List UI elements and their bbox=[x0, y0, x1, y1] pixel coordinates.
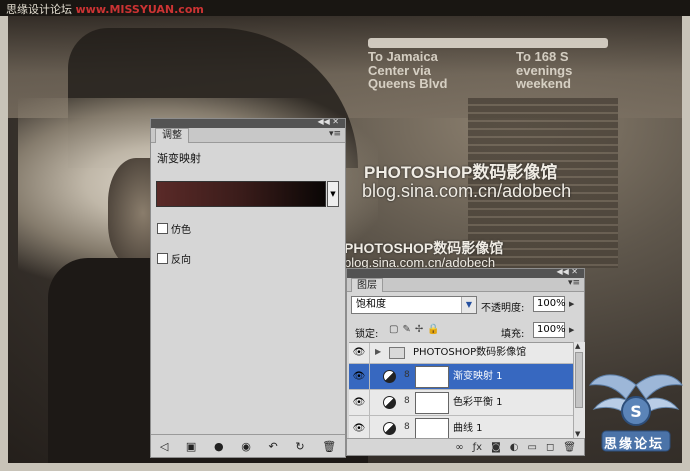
add-mask-icon[interactable]: ◙ bbox=[491, 442, 501, 453]
fx-icon[interactable]: ƒx bbox=[473, 442, 482, 453]
layer-mask-thumbnail[interactable] bbox=[415, 392, 449, 414]
fill-input[interactable]: 100% bbox=[533, 322, 566, 338]
layer-group-row[interactable]: 👁 ▶ PHOTOSHOP数码影像馆 bbox=[349, 343, 573, 364]
layers-bottom-toolbar: ∞ ƒx ◙ ◐ ▭ ◻ 🗑 bbox=[347, 438, 584, 455]
subway-sign-1: To Jamaica Center via Queens Blvd bbox=[368, 50, 447, 91]
sign2-line1: To 168 S bbox=[516, 49, 569, 64]
layers-tabbar: 图层 ▾≡ bbox=[347, 278, 584, 292]
logo-text: 思缘论坛 bbox=[604, 437, 665, 452]
sign1-line2: Center via bbox=[368, 62, 431, 78]
link-chain-icon: 8 bbox=[404, 370, 410, 380]
layers-titlebar[interactable]: ◀◀ ✕ bbox=[347, 267, 584, 278]
adjustments-tabbar: 调整 ▾≡ bbox=[151, 128, 345, 143]
link-chain-icon: 8 bbox=[404, 396, 410, 406]
layer-mask-thumbnail[interactable] bbox=[415, 418, 449, 439]
folder-icon bbox=[389, 347, 405, 359]
link-chain-icon: 8 bbox=[404, 422, 410, 432]
layer-name: 渐变映射 1 bbox=[453, 371, 503, 382]
forum-header-text: 思缘设计论坛 www.MISSYUAN.com bbox=[6, 1, 204, 17]
reverse-checkbox-row[interactable]: 反向 bbox=[157, 251, 191, 266]
new-layer-icon[interactable]: ◻ bbox=[546, 442, 554, 453]
layers-list: 👁 ▶ PHOTOSHOP数码影像馆 👁 8 渐变映射 1 👁 8 色彩平衡 1… bbox=[349, 342, 573, 439]
layers-menu-icon[interactable]: ▾≡ bbox=[568, 278, 580, 288]
layer-group-name: PHOTOSHOP数码影像馆 bbox=[413, 347, 527, 358]
forum-name: 思缘设计论坛 bbox=[6, 3, 72, 16]
eye-icon[interactable]: 👁 bbox=[349, 390, 370, 415]
panel-menu-icon[interactable]: ▾≡ bbox=[329, 129, 341, 139]
forum-url: www.MISSYUAN.com bbox=[75, 3, 204, 16]
opacity-input[interactable]: 100% bbox=[533, 296, 566, 312]
eye-icon[interactable]: 👁 bbox=[349, 343, 370, 363]
svg-text:S: S bbox=[630, 402, 642, 421]
adjustment-layer-icon bbox=[383, 422, 396, 435]
layer-row-color-balance[interactable]: 👁 8 色彩平衡 1 bbox=[349, 390, 573, 416]
watermark-title-large: PHOTOSHOP数码影像馆 bbox=[364, 163, 558, 182]
ceiling-light bbox=[368, 38, 608, 48]
visibility-eye-icon[interactable]: ◉ bbox=[241, 440, 251, 453]
adjustments-panel: ◀◀ ✕ 调整 ▾≡ 渐变映射 ▼ 仿色 反向 ◁ ▣ ● ◉ ↶ ↻ 🗑 bbox=[150, 117, 346, 458]
layer-name: 曲线 1 bbox=[453, 423, 483, 434]
sign2-line2: evenings bbox=[516, 62, 573, 78]
blend-mode-select[interactable]: 饱和度 ▼ bbox=[351, 296, 477, 314]
scroll-down-icon[interactable]: ▼ bbox=[575, 430, 580, 438]
delete-layer-icon[interactable]: 🗑 bbox=[563, 442, 576, 453]
previous-state-icon[interactable]: ↶ bbox=[268, 440, 277, 453]
layer-name: 色彩平衡 1 bbox=[453, 397, 503, 408]
tab-layers[interactable]: 图层 bbox=[351, 278, 383, 292]
expand-triangle-icon[interactable]: ▶ bbox=[375, 347, 381, 356]
link-layers-icon[interactable]: ∞ bbox=[455, 442, 463, 453]
fill-label: 填充: bbox=[501, 329, 525, 340]
layers-panel: ◀◀ ✕ 图层 ▾≡ 饱和度 ▼ 不透明度: 100% ▶ 锁定: ▢✎✢🔒 填… bbox=[346, 267, 585, 456]
adjustment-layer-icon bbox=[383, 396, 396, 409]
layer-row-gradient-map[interactable]: 👁 8 渐变映射 1 bbox=[349, 364, 573, 390]
layer-row-curves[interactable]: 👁 8 曲线 1 bbox=[349, 416, 573, 439]
lock-icons[interactable]: ▢✎✢🔒 bbox=[389, 324, 444, 335]
adjustment-layer-icon bbox=[383, 370, 396, 383]
subway-sign-2: To 168 S evenings weekend bbox=[516, 50, 572, 91]
adjustment-title: 渐变映射 bbox=[157, 152, 201, 165]
forum-header-bar: 思缘设计论坛 www.MISSYUAN.com bbox=[0, 0, 690, 16]
gradient-preview[interactable] bbox=[156, 181, 326, 207]
scrollbar-thumb[interactable] bbox=[575, 352, 583, 408]
chevron-down-icon[interactable]: ▼ bbox=[461, 297, 476, 313]
trash-icon[interactable]: 🗑 bbox=[322, 440, 336, 453]
eye-icon[interactable]: 👁 bbox=[349, 416, 370, 439]
reset-icon[interactable]: ↻ bbox=[295, 440, 304, 453]
blend-mode-value: 饱和度 bbox=[356, 299, 386, 310]
layers-collapse-icon[interactable]: ◀◀ ✕ bbox=[556, 267, 578, 276]
adjustments-titlebar[interactable]: ◀◀ ✕ bbox=[151, 117, 345, 128]
tab-adjustments[interactable]: 调整 bbox=[155, 128, 189, 143]
dither-checkbox[interactable] bbox=[157, 223, 168, 234]
reverse-label: 反向 bbox=[171, 255, 191, 266]
dither-checkbox-row[interactable]: 仿色 bbox=[157, 221, 191, 236]
gradient-dropdown-button[interactable]: ▼ bbox=[327, 181, 339, 207]
layer-mask-thumbnail[interactable] bbox=[415, 366, 449, 388]
fill-arrow-icon[interactable]: ▶ bbox=[569, 322, 579, 338]
reverse-checkbox[interactable] bbox=[157, 253, 168, 264]
opacity-label: 不透明度: bbox=[481, 303, 525, 314]
sign1-line1: To Jamaica bbox=[368, 49, 438, 64]
new-adjustment-icon[interactable]: ◐ bbox=[510, 442, 519, 453]
sign1-line3: Queens Blvd bbox=[368, 76, 448, 92]
back-arrow-icon[interactable]: ◁ bbox=[160, 440, 168, 453]
collapse-icon[interactable]: ◀◀ ✕ bbox=[317, 117, 339, 126]
sign2-line3: weekend bbox=[516, 76, 571, 92]
watermark-url-large: blog.sina.com.cn/adobech bbox=[362, 181, 572, 201]
adjustments-bottom-toolbar: ◁ ▣ ● ◉ ↶ ↻ 🗑 bbox=[151, 434, 345, 457]
eye-icon[interactable]: 👁 bbox=[349, 364, 370, 389]
dither-label: 仿色 bbox=[171, 225, 191, 236]
lock-label: 锁定: bbox=[355, 329, 379, 340]
expand-view-icon[interactable]: ▣ bbox=[186, 440, 196, 453]
opacity-arrow-icon[interactable]: ▶ bbox=[569, 296, 579, 312]
clip-layer-icon[interactable]: ● bbox=[214, 440, 224, 453]
scroll-up-icon[interactable]: ▲ bbox=[575, 342, 580, 350]
new-group-icon[interactable]: ▭ bbox=[528, 442, 537, 453]
layers-scrollbar[interactable]: ▲ ▼ bbox=[573, 342, 585, 438]
